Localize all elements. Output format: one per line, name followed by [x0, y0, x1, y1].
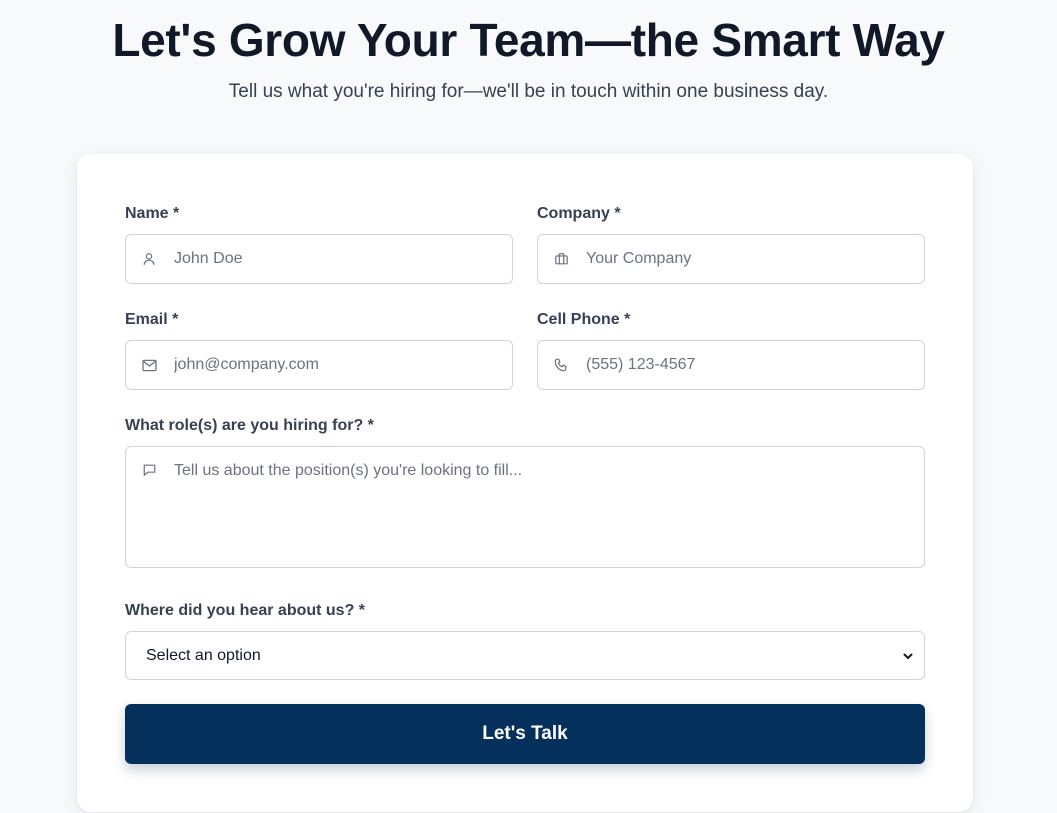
mail-icon: [141, 357, 157, 373]
email-field[interactable]: [125, 340, 513, 390]
roles-field[interactable]: [125, 446, 925, 568]
phone-field[interactable]: [537, 340, 925, 390]
name-field[interactable]: [125, 234, 513, 284]
phone-icon: [553, 357, 569, 373]
briefcase-icon: [553, 251, 569, 267]
roles-textarea[interactable]: [174, 461, 912, 557]
message-icon: [141, 462, 157, 478]
phone-input[interactable]: [586, 341, 912, 389]
source-select[interactable]: Select an option: [126, 632, 924, 679]
name-input[interactable]: [174, 235, 500, 283]
roles-label: What role(s) are you hiring for? *: [125, 417, 374, 434]
source-label: Where did you hear about us? *: [125, 602, 366, 619]
contact-form-card: Name * Company * Email *: [77, 154, 973, 812]
lets-talk-button[interactable]: Let's Talk: [125, 704, 925, 764]
name-label: Name *: [125, 205, 180, 222]
email-label: Email *: [125, 311, 179, 328]
page-title: Let's Grow Your Team—the Smart Way: [112, 14, 945, 66]
email-input[interactable]: [174, 341, 500, 389]
company-field[interactable]: [537, 234, 925, 284]
user-icon: [141, 251, 157, 267]
company-label: Company *: [537, 205, 621, 222]
company-input[interactable]: [586, 235, 912, 283]
source-field[interactable]: Select an option: [125, 631, 925, 680]
phone-label: Cell Phone *: [537, 311, 631, 328]
page-subtitle: Tell us what you're hiring for—we'll be …: [228, 81, 829, 102]
